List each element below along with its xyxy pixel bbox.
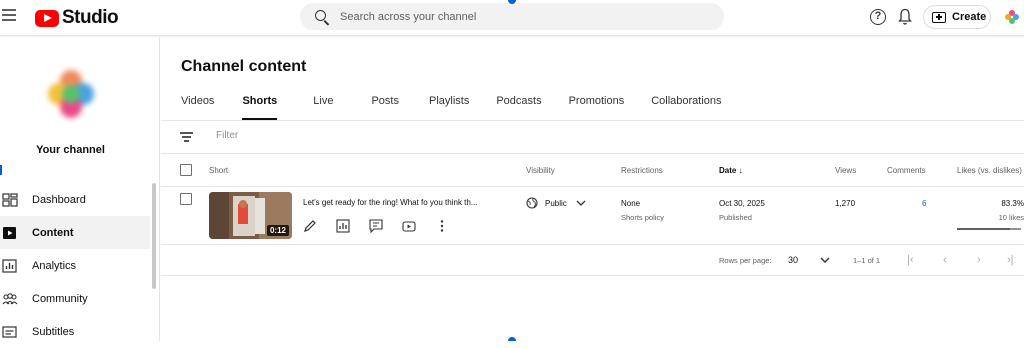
tab-podcasts[interactable]: Podcasts (496, 95, 541, 120)
date-sub: Published (719, 213, 752, 222)
studio-logo[interactable]: Studio (35, 7, 119, 29)
column-header-views[interactable]: Views (835, 166, 856, 175)
row-actions (303, 219, 468, 233)
views-value: 1,270 (835, 199, 856, 208)
visibility-dropdown[interactable]: Public (526, 197, 586, 209)
sidebar-scrollbar[interactable] (152, 183, 156, 289)
tab-videos[interactable]: Videos (181, 95, 214, 120)
channel-label[interactable]: Your channel (0, 144, 141, 156)
tab-live[interactable]: Live (313, 95, 333, 120)
column-header-date[interactable]: Date ↓ (719, 166, 743, 175)
more-options-icon[interactable] (435, 219, 449, 233)
restrictions-value: None (621, 199, 641, 208)
create-button[interactable]: Create (923, 5, 991, 29)
sidebar: Your channel Dashboard Content Analytics… (0, 37, 160, 341)
chevron-down-icon (576, 200, 586, 206)
restrictions-sub: Shorts policy (621, 213, 664, 222)
row-checkbox[interactable] (180, 193, 192, 205)
analytics-icon (2, 258, 17, 273)
last-page-icon[interactable]: ›| (1007, 254, 1014, 266)
main-content: Channel content Videos Shorts Live Posts… (161, 37, 1024, 341)
video-duration: 0:12 (266, 225, 289, 236)
logo-text: Studio (62, 7, 119, 28)
top-bar: Studio ? Create (0, 0, 1024, 36)
sidebar-item-subtitles[interactable]: Subtitles (0, 315, 150, 348)
search-input[interactable] (340, 10, 700, 23)
sidebar-indicator (0, 165, 2, 175)
column-header-restrictions[interactable]: Restrictions (621, 166, 663, 175)
notifications-bell-icon[interactable] (898, 8, 912, 26)
sidebar-item-label: Dashboard (32, 193, 86, 206)
sidebar-item-label: Analytics (32, 259, 77, 272)
sort-arrow-down-icon: ↓ (738, 166, 743, 175)
create-label: Create (952, 11, 987, 23)
select-all-checkbox[interactable] (180, 164, 192, 176)
rows-per-page-label: Rows per page: (719, 256, 772, 265)
likes-count: 10 likes (998, 213, 1024, 222)
chevron-down-icon (820, 257, 830, 263)
likes-ratio-fill (957, 228, 1011, 230)
subtitles-icon (2, 325, 17, 338)
rows-per-page-select[interactable]: 30 (788, 255, 830, 265)
first-page-icon[interactable]: |‹ (907, 254, 914, 266)
globe-icon (526, 197, 538, 209)
analytics-icon[interactable] (336, 219, 350, 233)
video-title[interactable]: Let's get ready for the ring! What fo yo… (303, 198, 478, 207)
likes-percent: 83.3% (1001, 199, 1024, 208)
dashboard-icon (2, 192, 18, 207)
filter-icon[interactable] (180, 132, 193, 142)
column-header-date-label: Date (719, 166, 737, 175)
visibility-value: Public (545, 198, 567, 208)
sidebar-item-dashboard[interactable]: Dashboard (0, 183, 150, 216)
search-bar[interactable] (300, 3, 724, 30)
tab-shorts[interactable]: Shorts (242, 95, 277, 120)
tab-playlists[interactable]: Playlists (429, 95, 469, 120)
likes-ratio-bar (957, 228, 1021, 230)
filter-input[interactable] (216, 130, 516, 141)
pagination-bar: Rows per page: 30 1–1 of 1 |‹ ‹ › ›| (161, 245, 1024, 276)
menu-icon[interactable] (2, 9, 16, 23)
sidebar-item-community[interactable]: Community (0, 282, 150, 315)
content-tabs: Videos Shorts Live Posts Playlists Podca… (181, 95, 722, 120)
tab-collaborations[interactable]: Collaborations (651, 95, 721, 120)
previous-page-icon[interactable]: ‹ (943, 254, 947, 266)
create-video-icon (932, 11, 946, 23)
sidebar-nav: Dashboard Content Analytics Community Su… (0, 183, 150, 348)
community-icon (2, 292, 18, 304)
sidebar-item-content[interactable]: Content (0, 216, 150, 249)
comments-icon[interactable] (369, 219, 383, 233)
rows-per-page-value: 30 (788, 255, 799, 265)
next-page-icon[interactable]: › (977, 254, 981, 266)
youtube-play-icon (35, 9, 59, 27)
comments-value[interactable]: 6 (922, 199, 926, 208)
youtube-play-icon[interactable] (402, 219, 416, 233)
column-header-short: Short (209, 166, 229, 175)
tab-promotions[interactable]: Promotions (569, 95, 625, 120)
sidebar-item-label: Subtitles (32, 325, 75, 338)
page-title: Channel content (181, 58, 307, 75)
column-header-likes[interactable]: Likes (vs. dislikes) (957, 166, 1022, 175)
date-value: Oct 30, 2025 (719, 199, 765, 208)
account-avatar[interactable] (1004, 9, 1020, 25)
channel-avatar[interactable] (42, 65, 100, 123)
edit-pencil-icon[interactable] (303, 219, 317, 233)
sidebar-item-label: Community (32, 292, 88, 305)
filter-bar (161, 121, 1024, 154)
sidebar-item-analytics[interactable]: Analytics (0, 249, 150, 282)
table-row[interactable]: 0:12 Let's get ready for the ring! What … (161, 187, 1024, 245)
pagination-range: 1–1 of 1 (853, 256, 881, 265)
help-icon[interactable]: ? (870, 9, 886, 25)
column-header-visibility[interactable]: Visibility (526, 166, 555, 175)
content-icon (3, 226, 16, 239)
short-thumbnail[interactable]: 0:12 (209, 192, 292, 239)
column-header-comments[interactable]: Comments (887, 166, 926, 175)
search-icon[interactable] (309, 4, 335, 30)
tab-posts[interactable]: Posts (371, 95, 399, 120)
sidebar-item-label: Content (32, 226, 74, 239)
table-header: Short Visibility Restrictions Date ↓ Vie… (161, 154, 1024, 187)
window-edge-marker (508, 337, 516, 341)
